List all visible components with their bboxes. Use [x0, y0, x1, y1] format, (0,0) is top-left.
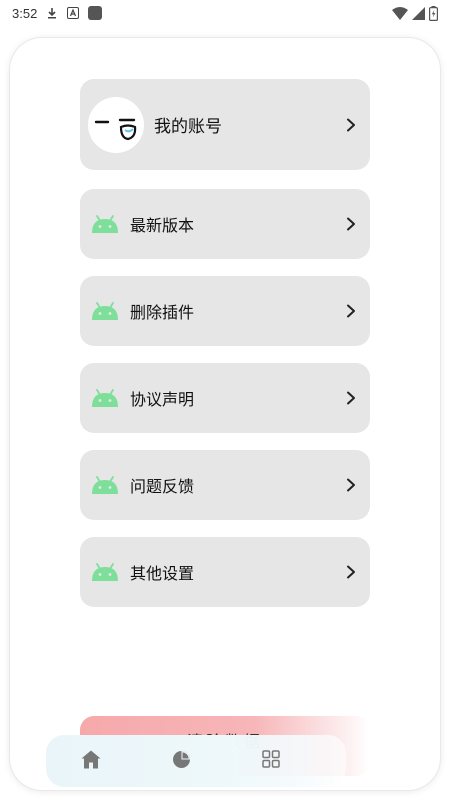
- my-account-button[interactable]: 我的账号: [80, 79, 370, 170]
- status-time: 3:52: [12, 5, 38, 21]
- feedback-button[interactable]: 问题反馈: [80, 450, 370, 520]
- android-icon: [90, 214, 120, 234]
- android-icon: [90, 475, 120, 495]
- chevron-right-icon: [344, 304, 358, 318]
- grid-icon: [262, 750, 280, 772]
- other-settings-label: 其他设置: [130, 564, 195, 583]
- home-icon: [81, 750, 101, 773]
- status-left: 3:52: [12, 5, 103, 21]
- status-bar: 3:52: [0, 0, 450, 26]
- font-icon: [67, 7, 80, 19]
- chevron-right-icon: [344, 478, 358, 492]
- bottom-nav: [46, 735, 346, 787]
- delete-plugin-label: 删除插件: [130, 303, 195, 322]
- nav-stats-button[interactable]: [136, 735, 226, 787]
- latest-version-label: 最新版本: [130, 216, 195, 235]
- face-avatar-icon: [88, 96, 144, 153]
- agreement-statement-button[interactable]: 协议声明: [80, 363, 370, 433]
- nav-home-button[interactable]: [46, 735, 136, 787]
- chevron-right-icon: [344, 391, 358, 405]
- settings-card: 我的账号 最新版本 删除插件 协议声明 问题反馈 其他设置: [10, 38, 440, 790]
- my-account-label: 我的账号: [154, 117, 222, 137]
- nav-grid-button[interactable]: [226, 735, 316, 787]
- other-settings-button[interactable]: 其他设置: [80, 537, 370, 607]
- app-square-icon: [88, 6, 103, 20]
- signal-icon: [412, 6, 425, 20]
- agreement-statement-label: 协议声明: [130, 390, 195, 409]
- delete-plugin-button[interactable]: 删除插件: [80, 276, 370, 346]
- chevron-right-icon: [344, 217, 358, 231]
- status-right: [392, 5, 438, 21]
- battery-icon: [429, 5, 438, 21]
- pie-chart-icon: [172, 750, 191, 773]
- chevron-right-icon: [344, 565, 358, 579]
- android-icon: [90, 301, 120, 321]
- android-icon: [90, 562, 120, 582]
- wifi-icon: [392, 6, 408, 20]
- chevron-right-icon: [344, 118, 358, 132]
- feedback-label: 问题反馈: [130, 477, 195, 496]
- latest-version-button[interactable]: 最新版本: [80, 189, 370, 259]
- android-icon: [90, 388, 120, 408]
- download-icon: [46, 7, 58, 19]
